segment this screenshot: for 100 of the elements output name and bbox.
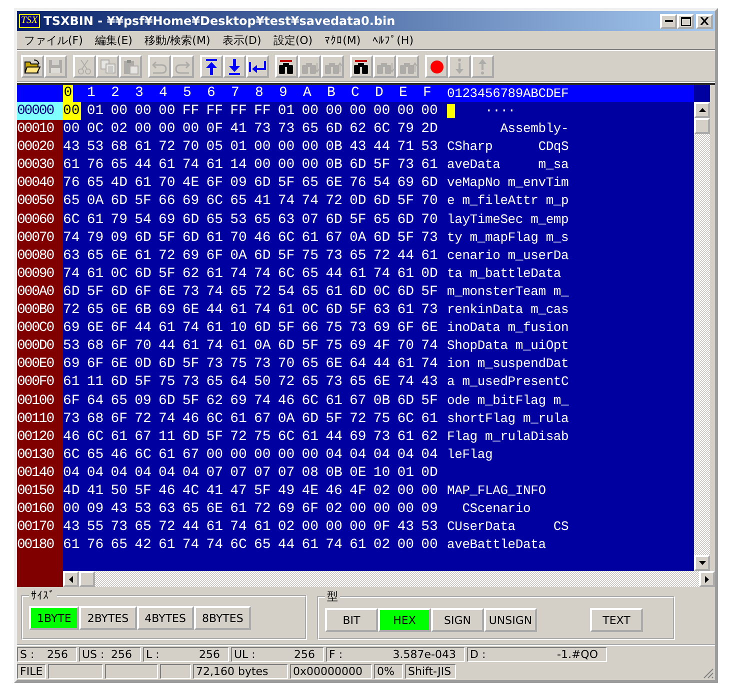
- hex-byte[interactable]: 6D: [254, 246, 278, 265]
- hex-byte[interactable]: 46: [326, 482, 350, 500]
- hex-byte[interactable]: 72: [254, 282, 278, 302]
- hex-byte[interactable]: 79: [397, 120, 422, 138]
- hex-byte[interactable]: 6D: [421, 174, 445, 192]
- hex-byte[interactable]: 47: [230, 482, 254, 500]
- menu-item[interactable]: 編集(E): [90, 32, 140, 48]
- hex-byte[interactable]: 73: [206, 355, 230, 374]
- hex-byte[interactable]: 64: [350, 355, 374, 374]
- hex-byte[interactable]: 0C: [373, 282, 398, 302]
- hex-byte[interactable]: 07: [206, 464, 230, 482]
- hex-byte[interactable]: 04: [63, 464, 87, 482]
- hex-byte[interactable]: 72: [373, 246, 398, 265]
- hex-byte[interactable]: 6D: [182, 210, 206, 229]
- hex-byte[interactable]: 0A: [86, 192, 111, 211]
- hex-byte[interactable]: 43: [63, 518, 87, 536]
- hex-byte[interactable]: 74: [373, 264, 398, 283]
- hex-byte[interactable]: 5F: [182, 392, 206, 410]
- hex-byte[interactable]: 74: [206, 536, 230, 554]
- hex-byte[interactable]: 63: [63, 246, 87, 265]
- hex-byte[interactable]: 73: [421, 228, 445, 247]
- hex-byte[interactable]: 73: [254, 120, 278, 138]
- hex-byte[interactable]: 61: [158, 536, 182, 554]
- hex-byte[interactable]: 0A: [350, 228, 374, 247]
- hex-byte[interactable]: 0B: [326, 464, 350, 482]
- hex-byte[interactable]: 10: [373, 464, 398, 482]
- hex-byte[interactable]: 5F: [134, 482, 158, 500]
- hex-byte[interactable]: 73: [326, 373, 350, 392]
- hex-byte[interactable]: 65: [302, 120, 326, 138]
- hex-byte[interactable]: 43: [110, 500, 135, 518]
- hex-byte[interactable]: 44: [373, 138, 398, 156]
- hex-byte[interactable]: 61: [182, 337, 206, 356]
- hex-byte[interactable]: 5F: [350, 301, 374, 320]
- hex-byte[interactable]: 6C: [278, 264, 302, 283]
- hex-byte[interactable]: 0D: [421, 464, 445, 482]
- hex-byte[interactable]: 61: [421, 156, 445, 174]
- hex-byte[interactable]: 00: [421, 536, 445, 554]
- hex-byte[interactable]: 74: [158, 410, 182, 428]
- hex-byte[interactable]: 61: [254, 518, 278, 536]
- scroll-down-button[interactable]: [694, 555, 710, 572]
- hex-byte[interactable]: 64: [230, 373, 254, 392]
- hex-byte[interactable]: 5F: [86, 282, 111, 302]
- hex-byte[interactable]: 55: [86, 518, 111, 536]
- hex-byte[interactable]: 65: [302, 174, 326, 192]
- hex-byte[interactable]: 6D: [373, 228, 398, 247]
- horizontal-scrollbar[interactable]: [63, 571, 715, 588]
- hex-byte[interactable]: 6D: [350, 282, 374, 302]
- toolbar-button[interactable]: [246, 55, 269, 78]
- hex-byte[interactable]: 00: [254, 446, 278, 464]
- hex-byte[interactable]: 6D: [134, 228, 158, 247]
- hex-byte[interactable]: 00: [373, 500, 398, 518]
- hex-byte[interactable]: 5F: [134, 373, 158, 392]
- hex-byte[interactable]: 70: [158, 174, 182, 192]
- hex-byte[interactable]: 61: [134, 174, 158, 192]
- hex-byte[interactable]: 74: [63, 228, 87, 247]
- hex-byte[interactable]: 00: [397, 500, 422, 518]
- hex-byte[interactable]: 6C: [63, 210, 87, 229]
- hex-byte[interactable]: 0C: [86, 120, 111, 138]
- close-button[interactable]: [696, 14, 713, 28]
- hex-byte[interactable]: 72: [254, 500, 278, 518]
- hex-byte[interactable]: 61: [158, 156, 182, 174]
- hex-byte[interactable]: 73: [110, 518, 135, 536]
- hex-byte[interactable]: 00: [397, 536, 422, 554]
- hex-byte[interactable]: 00: [302, 138, 326, 156]
- hex-byte[interactable]: 00: [302, 156, 326, 174]
- size-button[interactable]: 1BYTE: [29, 606, 80, 630]
- hex-byte[interactable]: 61: [397, 428, 422, 446]
- hex-byte[interactable]: 0F: [206, 120, 230, 138]
- hex-byte[interactable]: 69: [158, 301, 182, 320]
- hex-byte[interactable]: 6D: [63, 282, 87, 302]
- hex-byte[interactable]: 61: [206, 228, 230, 247]
- hex-byte[interactable]: 65: [230, 192, 254, 211]
- hex-byte[interactable]: 6E: [182, 301, 206, 320]
- hex-byte[interactable]: 72: [326, 192, 350, 211]
- hex-byte[interactable]: 44: [182, 518, 206, 536]
- hex-byte[interactable]: 6C: [206, 192, 230, 211]
- hex-byte[interactable]: 69: [182, 246, 206, 265]
- hex-byte[interactable]: 5F: [254, 482, 278, 500]
- hex-byte[interactable]: 70: [421, 192, 445, 211]
- hex-byte[interactable]: 02: [110, 120, 135, 138]
- hex-byte[interactable]: 05: [206, 138, 230, 156]
- hex-byte[interactable]: 5F: [158, 228, 182, 247]
- hex-byte[interactable]: 65: [350, 373, 374, 392]
- hex-byte[interactable]: 07: [230, 464, 254, 482]
- hex-byte[interactable]: 01: [230, 138, 254, 156]
- hex-byte[interactable]: 76: [350, 174, 374, 192]
- hex-byte[interactable]: 00: [63, 120, 87, 138]
- hex-byte[interactable]: 72: [158, 246, 182, 265]
- hex-byte[interactable]: 70: [278, 355, 302, 374]
- hex-byte[interactable]: 02: [373, 536, 398, 554]
- hex-byte[interactable]: 75: [373, 410, 398, 428]
- hex-byte[interactable]: 41: [86, 482, 111, 500]
- hex-byte[interactable]: 6F: [110, 410, 135, 428]
- hex-byte[interactable]: 6E: [158, 282, 182, 302]
- hex-byte[interactable]: 53: [421, 138, 445, 156]
- hex-byte[interactable]: 01: [278, 102, 302, 120]
- hex-byte[interactable]: 04: [326, 446, 350, 464]
- hex-byte[interactable]: 43: [63, 138, 87, 156]
- hex-byte[interactable]: 74: [254, 392, 278, 410]
- hex-byte[interactable]: 00: [63, 102, 81, 120]
